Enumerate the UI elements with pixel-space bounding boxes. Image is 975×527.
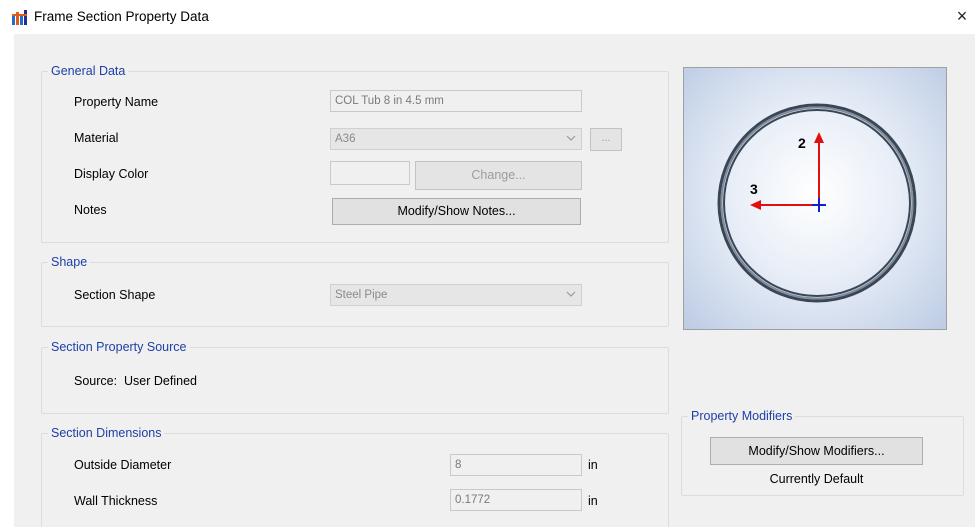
shape-legend: Shape (48, 254, 91, 270)
outside-diameter-field[interactable]: 8 (450, 454, 582, 476)
chevron-down-icon (566, 291, 576, 297)
property-name-label: Property Name (74, 95, 159, 109)
material-dropdown[interactable]: A36 (330, 128, 582, 150)
wall-thickness-unit: in (588, 494, 598, 508)
pipe-wall-fill (720, 106, 914, 300)
wall-thickness-label: Wall Thickness (74, 494, 158, 508)
property-modifiers-legend: Property Modifiers (688, 408, 796, 424)
axis-2-label: 2 (798, 135, 806, 151)
frame-section-icon (12, 10, 27, 25)
axis-3-arrowhead (750, 200, 761, 210)
display-color-label: Display Color (74, 167, 149, 181)
pipe-outer-ring (717, 103, 917, 303)
outside-diameter-label: Outside Diameter (74, 458, 172, 472)
axis-3-label: 3 (750, 181, 758, 197)
general-data-legend: General Data (48, 63, 129, 79)
property-name-field[interactable]: COL Tub 8 in 4.5 mm (330, 90, 582, 112)
section-dimensions-group: Section Dimensions (41, 425, 669, 527)
section-shape-value: Steel Pipe (335, 289, 388, 301)
material-value: A36 (335, 133, 356, 145)
section-dimensions-legend: Section Dimensions (48, 425, 165, 441)
section-preview-drawing: 2 3 (717, 103, 917, 303)
chevron-down-icon (566, 135, 576, 141)
change-color-button[interactable]: Change... (415, 161, 582, 190)
wall-thickness-field[interactable]: 0.1772 (450, 489, 582, 511)
dialog-body: General Data Property Name COL Tub 8 in … (14, 34, 975, 527)
display-color-swatch[interactable] (330, 161, 410, 185)
material-browse-button[interactable]: ... (590, 128, 622, 151)
modifiers-status: Currently Default (769, 472, 864, 486)
section-shape-dropdown[interactable]: Steel Pipe (330, 284, 582, 306)
axis-2-arrowhead (814, 132, 824, 143)
close-button[interactable]: × (951, 5, 973, 27)
modify-show-modifiers-button[interactable]: Modify/Show Modifiers... (710, 437, 923, 465)
modify-show-notes-button[interactable]: Modify/Show Notes... (332, 198, 581, 225)
section-preview: 2 3 (683, 67, 947, 330)
section-shape-label: Section Shape (74, 288, 156, 302)
source-text: Source: User Defined (74, 374, 197, 388)
notes-label: Notes (74, 203, 107, 217)
window-title: Frame Section Property Data (34, 9, 209, 24)
material-label: Material (74, 131, 119, 145)
section-property-source-legend: Section Property Source (48, 339, 190, 355)
title-bar: Frame Section Property Data × (0, 0, 975, 34)
outside-diameter-unit: in (588, 458, 598, 472)
